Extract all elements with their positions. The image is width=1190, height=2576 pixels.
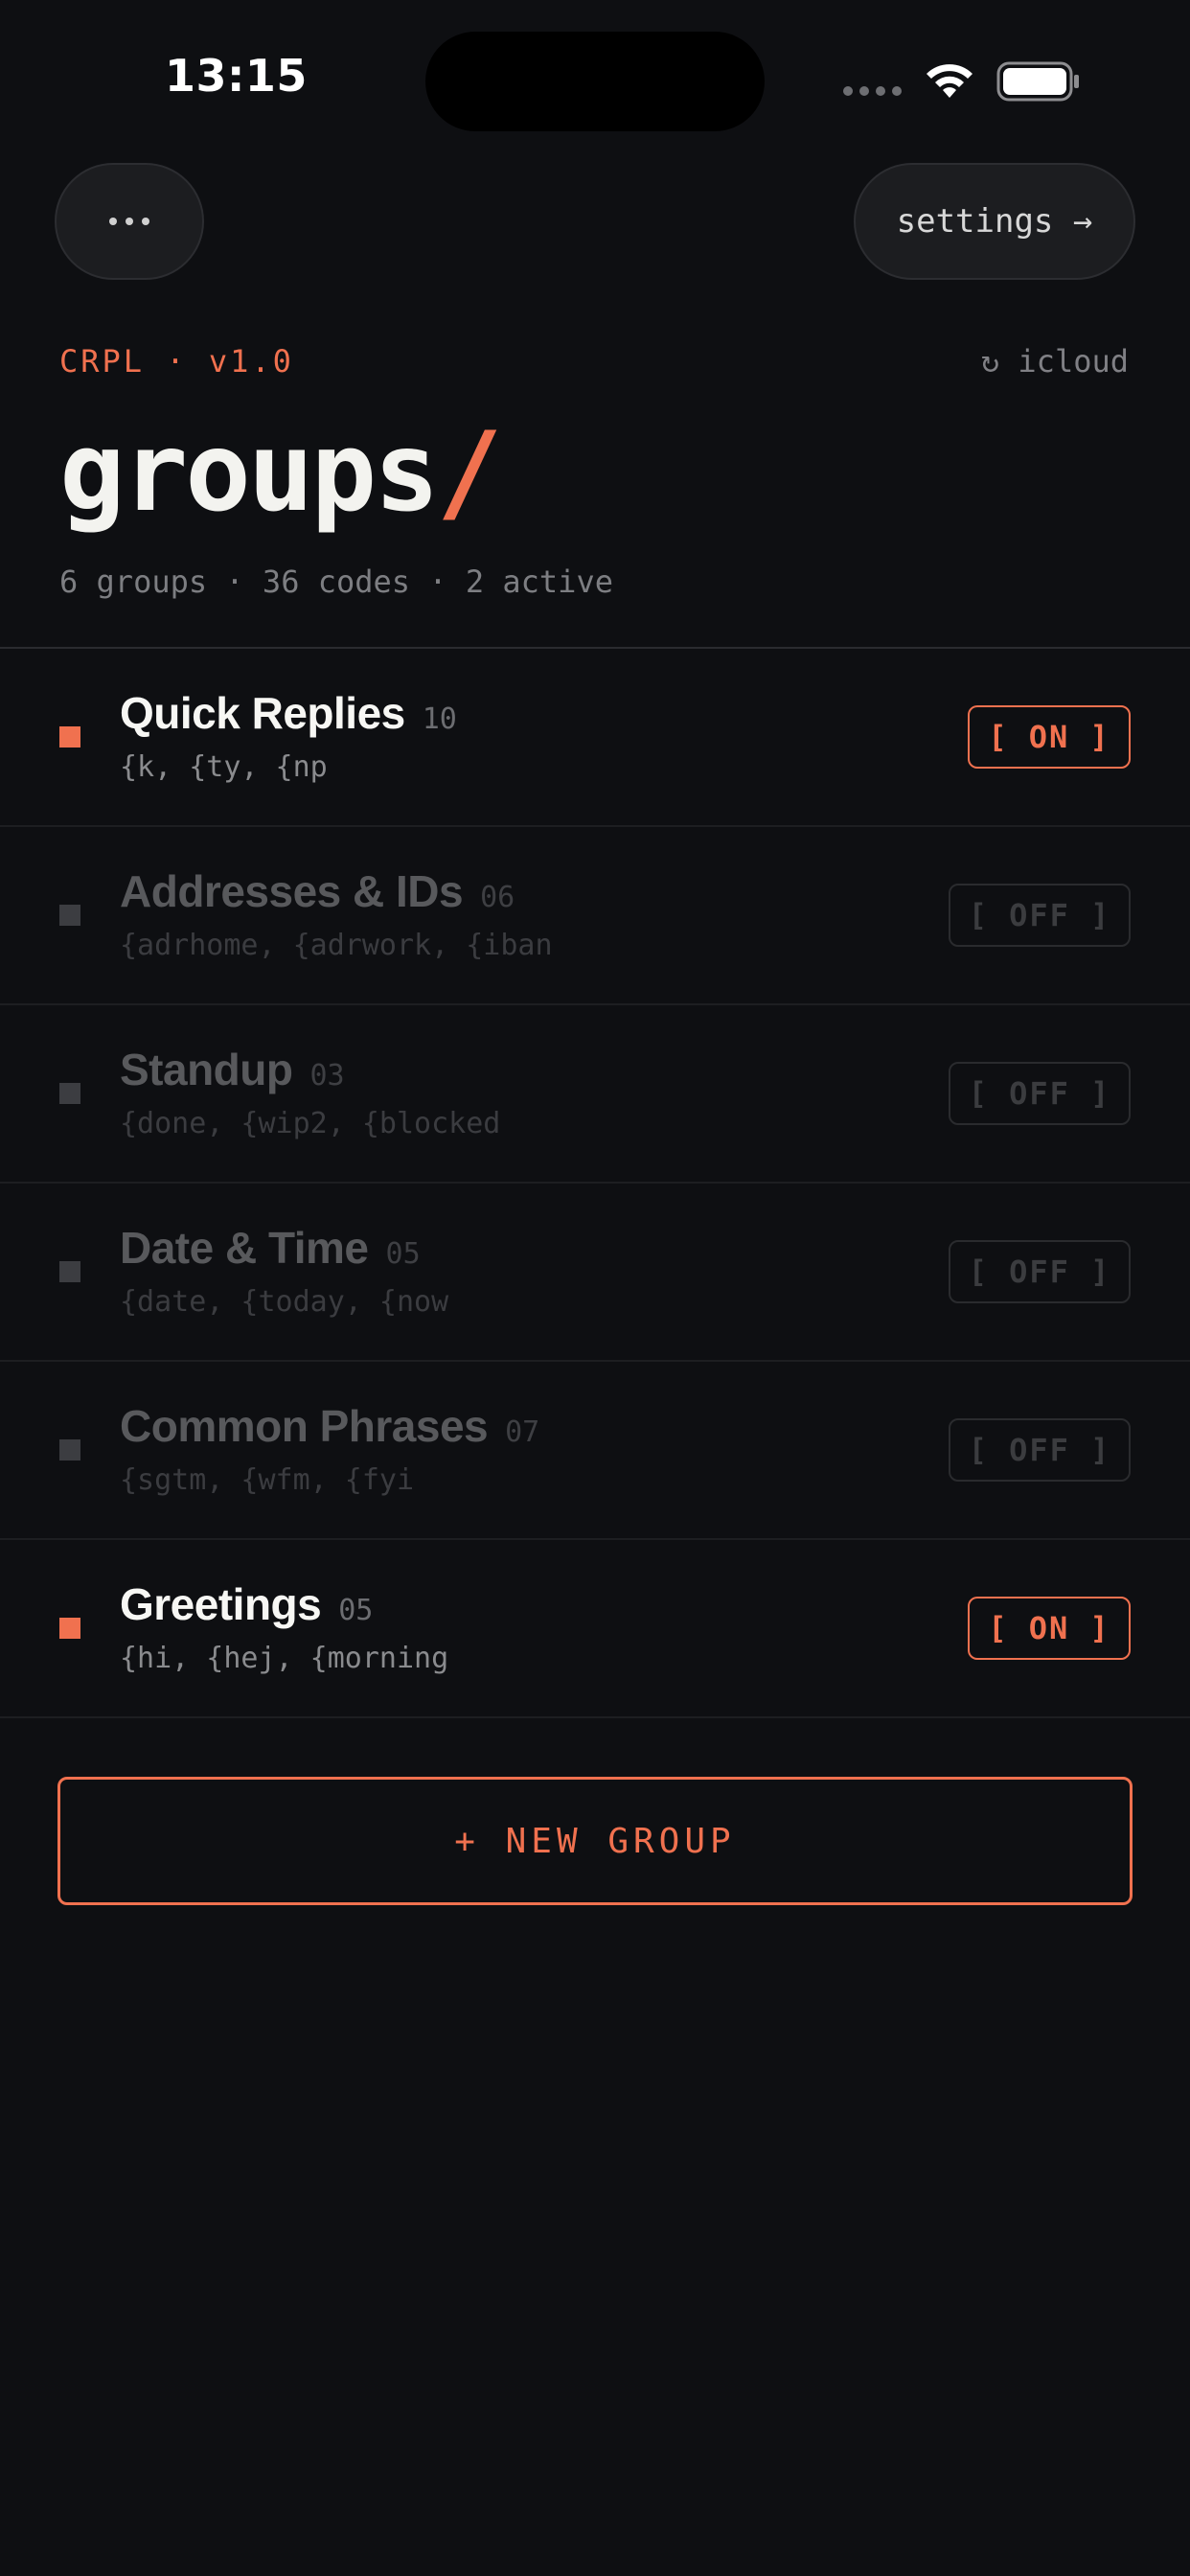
group-code-count: 06 [480, 881, 515, 914]
more-menu-button[interactable] [55, 163, 204, 280]
group-row[interactable]: Common Phrases 07 {sgtm, {wfm, {fyi [ OFF… [0, 1362, 1190, 1540]
group-code-count: 03 [309, 1059, 345, 1092]
group-title-line: Greetings 05 [120, 1578, 373, 1630]
group-name: Quick Replies [120, 688, 405, 738]
group-code-count: 05 [385, 1237, 421, 1271]
group-name: Greetings [120, 1579, 322, 1629]
page-title-text: groups [59, 408, 440, 536]
page-title: groups/ [59, 408, 503, 536]
group-row[interactable]: Standup 03 {done, {wip2, {blocked [ OFF ] [0, 1005, 1190, 1184]
more-icon-dot [142, 218, 149, 225]
group-title-line: Date & Time 05 [120, 1222, 421, 1274]
groups-summary: 6 groups · 36 codes · 2 active [59, 564, 613, 600]
app-version-label: CRPL · v1.0 [59, 343, 294, 380]
group-name: Common Phrases [120, 1401, 489, 1451]
cellular-signal-icon [843, 86, 902, 96]
group-row[interactable]: Quick Replies 10 {k, {ty, {np [ ON ] [0, 649, 1190, 827]
more-icon [109, 218, 117, 225]
group-status-marker [59, 1618, 80, 1639]
group-codes-preview: {date, {today, {now [120, 1285, 449, 1319]
group-title-line: Common Phrases 07 [120, 1400, 539, 1452]
group-status-marker [59, 726, 80, 748]
group-toggle[interactable]: [ ON ] [968, 1597, 1131, 1660]
group-row[interactable]: Date & Time 05 {date, {today, {now [ OFF … [0, 1184, 1190, 1362]
group-toggle[interactable]: [ OFF ] [949, 1062, 1131, 1125]
more-icon-dot [126, 218, 133, 225]
group-toggle[interactable]: [ OFF ] [949, 884, 1131, 947]
status-time: 13:15 [165, 50, 308, 102]
dynamic-island [425, 32, 765, 131]
group-code-count: 10 [422, 702, 457, 736]
settings-button[interactable]: settings → [854, 163, 1135, 280]
group-name: Standup [120, 1045, 293, 1094]
group-title-line: Quick Replies 10 [120, 687, 457, 739]
group-status-marker [59, 1439, 80, 1460]
group-code-count: 07 [505, 1415, 540, 1449]
group-name: Date & Time [120, 1223, 369, 1273]
group-codes-preview: {k, {ty, {np [120, 750, 328, 784]
group-title-line: Addresses & IDs 06 [120, 865, 515, 917]
wifi-icon [927, 64, 973, 98]
group-toggle[interactable]: [ ON ] [968, 705, 1131, 769]
group-status-marker [59, 1083, 80, 1104]
group-codes-preview: {hi, {hej, {morning [120, 1642, 449, 1675]
group-code-count: 05 [338, 1594, 374, 1627]
icloud-sync-status[interactable]: ↻ icloud [981, 343, 1129, 380]
group-codes-preview: {sgtm, {wfm, {fyi [120, 1463, 415, 1497]
group-status-marker [59, 905, 80, 926]
group-list: Quick Replies 10 {k, {ty, {np [ ON ] Addr… [0, 649, 1190, 1718]
battery-icon [996, 61, 1079, 102]
group-title-line: Standup 03 [120, 1044, 345, 1095]
group-toggle[interactable]: [ OFF ] [949, 1418, 1131, 1482]
group-codes-preview: {adrhome, {adrwork, {iban [120, 929, 553, 962]
group-status-marker [59, 1261, 80, 1282]
group-name: Addresses & IDs [120, 866, 464, 916]
group-codes-preview: {done, {wip2, {blocked [120, 1107, 501, 1140]
group-row[interactable]: Greetings 05 {hi, {hej, {morning [ ON ] [0, 1540, 1190, 1718]
group-row[interactable]: Addresses & IDs 06 {adrhome, {adrwork, {i… [0, 827, 1190, 1005]
page-title-accent: / [436, 408, 503, 536]
new-group-button[interactable]: + NEW GROUP [57, 1777, 1133, 1905]
group-toggle[interactable]: [ OFF ] [949, 1240, 1131, 1303]
